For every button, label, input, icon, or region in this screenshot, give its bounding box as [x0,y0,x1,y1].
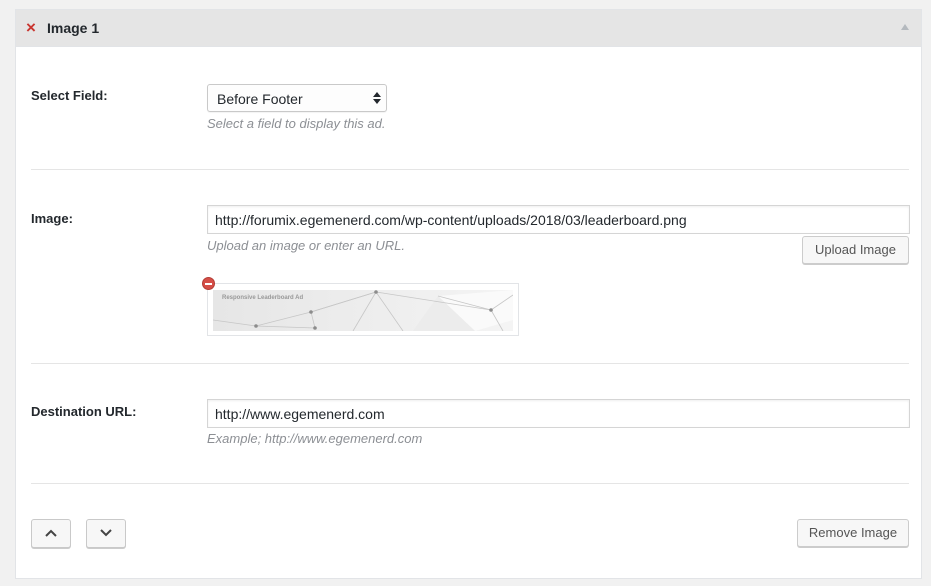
image-label: Image: [31,211,73,226]
destination-url-input[interactable]: http://www.egemenerd.com [207,399,910,428]
destination-url-value: http://www.egemenerd.com [215,406,385,422]
move-down-button[interactable] [86,519,126,548]
panel-header[interactable]: × Image 1 [16,10,921,47]
chevron-up-icon [45,529,57,537]
remove-image-button[interactable]: Remove Image [797,519,909,547]
chevron-down-icon [100,529,112,537]
collapse-arrow-icon[interactable] [901,24,909,30]
image-url-input[interactable]: http://forumix.egemenerd.com/wp-content/… [207,205,910,234]
divider [31,169,909,170]
image-panel: × Image 1 Select Field: Before Footer Se… [15,9,922,579]
upload-image-button[interactable]: Upload Image [802,236,909,264]
select-field-value: Before Footer [217,91,303,107]
divider [31,363,909,364]
select-field-label: Select Field: [31,88,108,103]
remove-thumbnail-icon[interactable] [202,277,215,290]
panel-title: Image 1 [47,20,100,36]
move-up-button[interactable] [31,519,71,548]
image-url-value: http://forumix.egemenerd.com/wp-content/… [215,212,687,228]
destination-url-label: Destination URL: [31,404,137,419]
thumbnail-caption: Responsive Leaderboard Ad [222,295,304,301]
select-field-dropdown[interactable]: Before Footer [207,84,387,112]
image-description: Upload an image or enter an URL. [207,238,406,253]
destination-url-description: Example; http://www.egemenerd.com [207,431,423,446]
image-thumbnail: Responsive Leaderboard Ad [207,283,519,336]
leaderboard-preview: Responsive Leaderboard Ad [213,290,513,331]
divider [31,483,909,484]
select-field-description: Select a field to display this ad. [207,116,386,131]
select-arrows-icon [373,92,381,104]
close-icon[interactable]: × [26,19,40,36]
